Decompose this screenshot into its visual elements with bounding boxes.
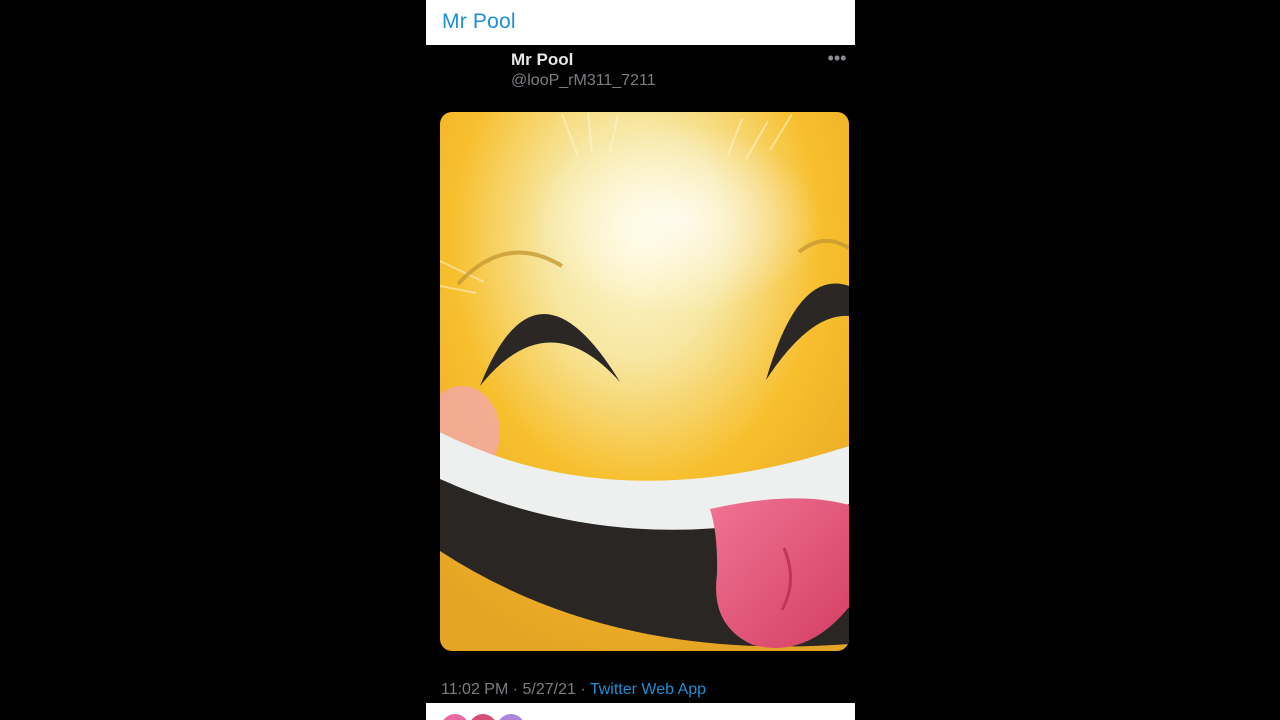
avatar[interactable] [442,52,494,104]
tweet-date: 5/27/21 [522,681,576,698]
tweet-time: 11:02 PM [441,681,509,698]
more-horizontal-icon: ••• [827,48,847,68]
app-screen: Mr Pool Mr Pool @looP_rM311_7211 ••• 11:… [0,0,1280,720]
title-bar: Mr Pool [426,0,855,45]
tweet-image[interactable] [440,112,849,651]
user-handle[interactable]: @looP_rM311_7211 [511,72,656,90]
more-options-button[interactable]: ••• [822,49,852,70]
likes-strip [426,703,855,720]
tweet-panel: Mr Pool Mr Pool @looP_rM311_7211 ••• 11:… [426,0,855,720]
avatar[interactable] [441,714,469,720]
avatar[interactable] [497,714,525,720]
avatar[interactable] [469,714,497,720]
meta-separator-1: · [512,681,519,698]
tweet-meta: 11:02 PM · 5/27/21 · Twitter Web App [441,681,706,699]
window-title: Mr Pool [442,10,516,33]
tweet-source-link[interactable]: Twitter Web App [590,681,706,698]
meta-separator-2: · [580,681,586,698]
display-name[interactable]: Mr Pool [511,50,573,70]
